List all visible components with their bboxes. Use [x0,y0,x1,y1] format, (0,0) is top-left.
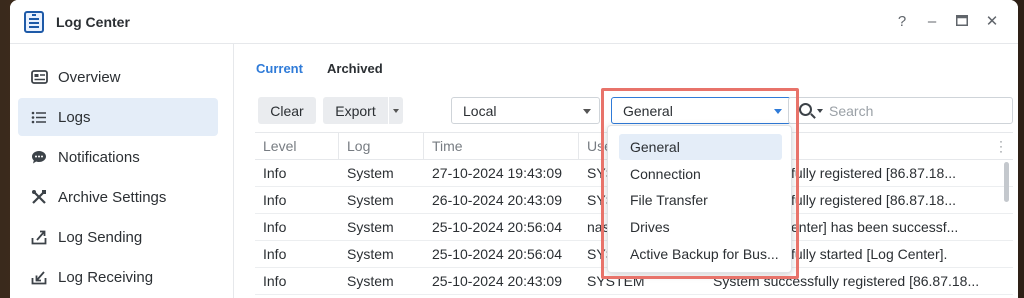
sidebar-item-log-receiving[interactable]: Log Receiving [18,258,218,296]
cell-level: Info [263,219,287,235]
tab-archived[interactable]: Archived [327,61,383,76]
clear-button[interactable]: Clear [258,97,316,124]
sidebar-item-label: Log Sending [58,228,143,246]
cell-event: enter] has been successf... [791,219,959,235]
cell-log: System [347,192,394,208]
cell-log: System [347,273,394,289]
sidebar-item-label: Logs [58,108,91,126]
cell-log: System [347,246,394,262]
sidebar-item-archive-settings[interactable]: Archive Settings [18,178,218,216]
category-select[interactable]: General [611,97,791,124]
search-placeholder: Search [829,103,874,119]
chevron-down-icon [583,109,591,114]
dropdown-option-connection[interactable]: Connection [619,161,782,187]
log-center-window: Log Center ? – ✕ Overview Logs Notificat… [10,0,1018,298]
cell-event: fully started [Log Center]. [791,246,948,262]
sidebar-item-logs[interactable]: Logs [18,98,218,136]
cell-level: Info [263,273,287,289]
sidebar-item-overview[interactable]: Overview [18,58,218,96]
overview-icon [30,68,48,86]
close-icon[interactable]: ✕ [982,12,1002,32]
search-input[interactable]: Search [788,97,1013,124]
cell-event: fully registered [86.87.18... [791,192,956,208]
column-menu-icon[interactable]: · · · [999,135,1003,157]
minimize-icon[interactable]: – [922,12,942,32]
cell-level: Info [263,246,287,262]
cell-level: Info [263,165,287,181]
chevron-down-icon [774,109,782,114]
cell-time: 25-10-2024 20:56:04 [432,246,562,262]
dropdown-option-general[interactable]: General [619,134,782,160]
source-select-value: Local [463,102,497,119]
column-header-level[interactable]: Level [255,133,339,160]
search-icon[interactable] [799,103,812,116]
cell-time: 25-10-2024 20:56:04 [432,219,562,235]
title-bar: Log Center ? – ✕ [10,0,1018,44]
vertical-scrollbar[interactable] [1004,162,1009,202]
category-dropdown-menu: General Connection File Transfer Drives … [607,125,792,273]
source-select[interactable]: Local [451,97,600,124]
sidebar-item-notifications[interactable]: Notifications [18,138,218,176]
cell-event: fully registered [86.87.18... [791,165,956,181]
dropdown-option-file-transfer[interactable]: File Transfer [619,187,782,213]
chevron-down-icon[interactable] [817,109,823,113]
cell-time: 27-10-2024 19:43:09 [432,165,562,181]
column-header-time[interactable]: Time [424,133,579,160]
sidebar-item-label: Overview [58,68,121,86]
upload-icon [30,228,48,246]
cell-time: 25-10-2024 20:43:09 [432,273,562,289]
chat-bubble-icon [30,148,48,166]
dropdown-option-active-backup[interactable]: Active Backup for Bus... [619,241,782,267]
export-menu-button[interactable] [389,97,403,124]
sidebar-item-label: Archive Settings [58,188,167,206]
cell-level: Info [263,192,287,208]
list-icon [30,108,48,126]
export-button[interactable]: Export [323,97,388,124]
sidebar: Overview Logs Notifications Archive Sett… [10,44,234,298]
maximize-icon[interactable] [952,12,972,32]
tools-icon [30,188,48,206]
category-select-value: General [623,102,673,119]
cell-time: 26-10-2024 20:43:09 [432,192,562,208]
cell-log: System [347,165,394,181]
sidebar-item-label: Log Receiving [58,268,154,286]
log-center-app-icon [24,11,44,33]
dropdown-option-drives[interactable]: Drives [619,214,782,240]
chevron-down-icon [393,108,399,113]
sidebar-item-label: Notifications [58,148,140,166]
column-header-log[interactable]: Log [339,133,424,160]
download-icon [30,268,48,286]
cell-log: System [347,219,394,235]
help-icon[interactable]: ? [892,12,912,32]
tab-current[interactable]: Current [256,61,303,76]
window-title: Log Center [56,14,130,30]
sidebar-item-log-sending[interactable]: Log Sending [18,218,218,256]
